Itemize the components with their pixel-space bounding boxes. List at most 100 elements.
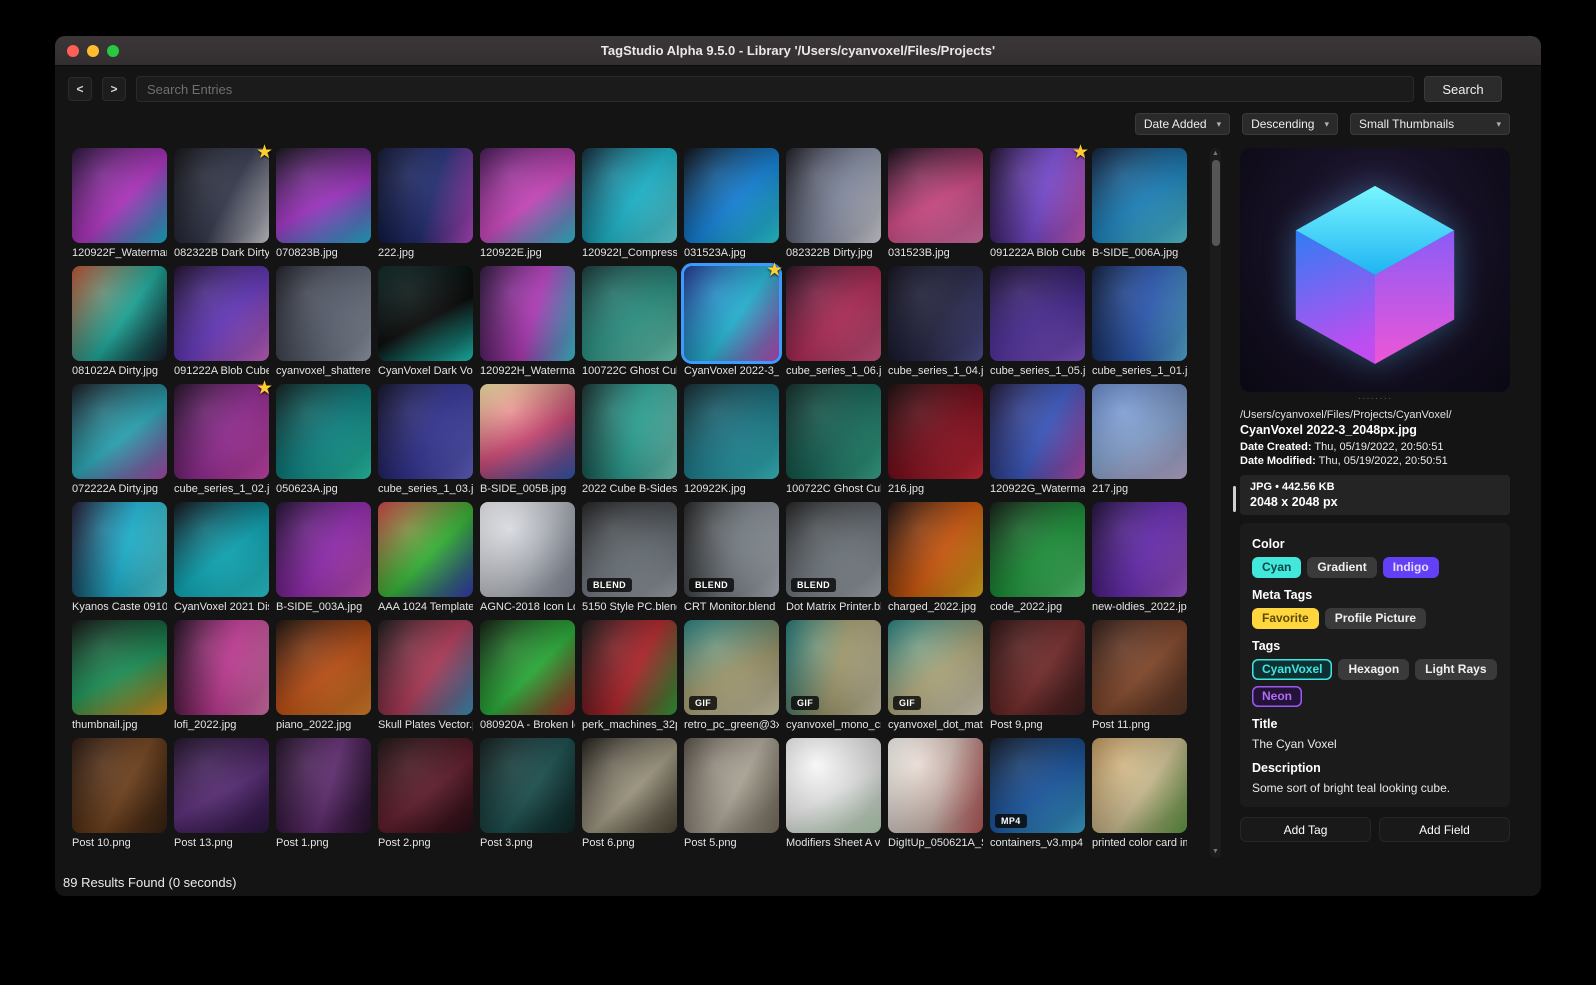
grid-item[interactable]: 070823B.jpg (276, 148, 371, 261)
grid-item[interactable]: 120922E.jpg (480, 148, 575, 261)
grid-item[interactable]: B-SIDE_006A.jpg (1092, 148, 1187, 261)
thumbnail[interactable] (888, 384, 983, 479)
thumbnail[interactable] (480, 620, 575, 715)
thumbnail[interactable] (990, 502, 1085, 597)
thumbnail[interactable]: MP4 (990, 738, 1085, 833)
thumbnail[interactable] (1092, 738, 1187, 833)
thumbnail[interactable] (480, 266, 575, 361)
thumbnail[interactable] (1092, 384, 1187, 479)
grid-item[interactable]: CyanVoxel 2021 Display.jpg (174, 502, 269, 615)
sort-field-dropdown[interactable]: Date Added ▾ (1134, 113, 1231, 135)
thumbnail[interactable] (990, 620, 1085, 715)
grid-item[interactable]: new-oldies_2022.jpg (1092, 502, 1187, 615)
grid-item[interactable]: piano_2022.jpg (276, 620, 371, 733)
grid-item[interactable]: 216.jpg (888, 384, 983, 497)
thumbnail[interactable] (174, 266, 269, 361)
grid-item[interactable]: lofi_2022.jpg (174, 620, 269, 733)
grid-item[interactable]: 222.jpg (378, 148, 473, 261)
thumbnail[interactable] (684, 738, 779, 833)
grid-item[interactable]: Post 1.png (276, 738, 371, 851)
tag-chip[interactable]: CyanVoxel (1252, 659, 1333, 680)
grid-item[interactable]: 031523B.jpg (888, 148, 983, 261)
grid-item[interactable]: 031523A.jpg (684, 148, 779, 261)
grid-item[interactable]: ★ 091222A Blob Cubes.jpg (990, 142, 1089, 261)
tag-chip[interactable]: Neon (1252, 686, 1302, 707)
thumbnail[interactable] (378, 266, 473, 361)
grid-item[interactable]: 120922H_Watermarked.jpg (480, 266, 575, 379)
thumbnail[interactable] (888, 738, 983, 833)
thumbnail[interactable] (480, 738, 575, 833)
tag-chip[interactable]: Profile Picture (1324, 608, 1427, 629)
grid-item[interactable]: Post 13.png (174, 738, 269, 851)
thumbnail[interactable] (72, 502, 167, 597)
back-button[interactable]: < (68, 77, 92, 101)
grid-item[interactable]: 2022 Cube B-Sides.jpg (582, 384, 677, 497)
thumbnail[interactable] (378, 502, 473, 597)
grid-item[interactable]: BLEND CRT Monitor.blend (684, 502, 779, 615)
thumbnail[interactable] (276, 620, 371, 715)
thumbnail[interactable] (786, 738, 881, 833)
grid-item[interactable]: B-SIDE_003A.jpg (276, 502, 371, 615)
thumbnail[interactable] (378, 738, 473, 833)
thumbnail[interactable] (990, 266, 1085, 361)
panel-scrollbar[interactable] (1233, 486, 1236, 512)
thumbnail[interactable]: BLEND (786, 502, 881, 597)
thumbnail[interactable]: GIF (888, 620, 983, 715)
grid-scrollbar[interactable]: ▲ ▼ (1210, 148, 1221, 858)
grid-item[interactable]: 082322B Dirty.jpg (786, 148, 881, 261)
grid-item[interactable]: CyanVoxel Dark Voxel.jpg (378, 266, 473, 379)
thumbnail[interactable] (378, 384, 473, 479)
grid-item[interactable]: Kyanos Caste 091022.jpg (72, 502, 167, 615)
thumbnail[interactable] (72, 384, 167, 479)
thumbnail[interactable] (786, 266, 881, 361)
grid-item[interactable]: printed color card img.jpg (1092, 738, 1187, 851)
grid-item[interactable]: 091222A Blob Cubes.jpg (174, 266, 269, 379)
grid-item[interactable]: 120922K.jpg (684, 384, 779, 497)
grid-item[interactable]: cyanvoxel_shattered.jpg (276, 266, 371, 379)
grid-item[interactable]: Post 11.png (1092, 620, 1187, 733)
add-tag-button[interactable]: Add Tag (1240, 817, 1371, 842)
thumbnail[interactable] (1092, 148, 1187, 243)
grid-item[interactable]: Post 2.png (378, 738, 473, 851)
thumbnail[interactable] (582, 384, 677, 479)
grid-item[interactable]: 050623A.jpg (276, 384, 371, 497)
grid-item[interactable]: perk_machines_32px.png (582, 620, 677, 733)
grid-item[interactable]: BLEND 5150 Style PC.blend (582, 502, 677, 615)
scroll-up-icon[interactable]: ▲ (1210, 149, 1221, 159)
grid-item[interactable]: ★ 082322B Dark Dirty.jpg (174, 142, 273, 261)
grid-item[interactable]: cube_series_1_03.jpg (378, 384, 473, 497)
grid-item[interactable]: 072222A Dirty.jpg (72, 384, 167, 497)
thumbnail[interactable] (684, 384, 779, 479)
thumbnail[interactable] (1092, 502, 1187, 597)
grid-item[interactable]: Modifiers Sheet A v1.png (786, 738, 881, 851)
thumbnail[interactable] (786, 384, 881, 479)
grid-item[interactable]: AAA 1024 Template.png (378, 502, 473, 615)
preview-image[interactable] (1240, 148, 1510, 392)
thumbnail[interactable]: ★ (990, 142, 1089, 243)
thumbnail[interactable] (276, 502, 371, 597)
grid-item[interactable]: AGNC-2018 Icon Logo.png (480, 502, 575, 615)
thumbnail[interactable] (174, 738, 269, 833)
grid-item[interactable]: Post 10.png (72, 738, 167, 851)
tag-chip[interactable]: Hexagon (1338, 659, 1410, 680)
grid-item[interactable]: DigItUp_050621A_Sheet.png (888, 738, 983, 851)
grid-item[interactable]: 120922G_Watermarked.jpg (990, 384, 1085, 497)
tag-chip[interactable]: Favorite (1252, 608, 1319, 629)
thumbnail[interactable] (174, 620, 269, 715)
thumbnail[interactable] (72, 738, 167, 833)
grid-item[interactable]: Post 9.png (990, 620, 1085, 733)
thumbnail[interactable] (1092, 620, 1187, 715)
thumbnail[interactable] (378, 620, 473, 715)
zoom-window-button[interactable] (107, 45, 119, 57)
thumbnail[interactable]: ★ (174, 378, 273, 479)
thumbnail[interactable] (684, 148, 779, 243)
tag-chip[interactable]: Cyan (1252, 557, 1302, 578)
grid-item[interactable]: 100722C Ghost Cube.jpg (786, 384, 881, 497)
thumbnail[interactable]: ★ (681, 260, 783, 364)
thumbnail[interactable] (888, 502, 983, 597)
grid-item[interactable]: thumbnail.jpg (72, 620, 167, 733)
grid-item[interactable]: MP4 containers_v3.mp4 (990, 738, 1085, 851)
thumbnail[interactable] (480, 502, 575, 597)
thumbnail[interactable] (888, 266, 983, 361)
grid-item[interactable]: cube_series_1_04.jpg (888, 266, 983, 379)
